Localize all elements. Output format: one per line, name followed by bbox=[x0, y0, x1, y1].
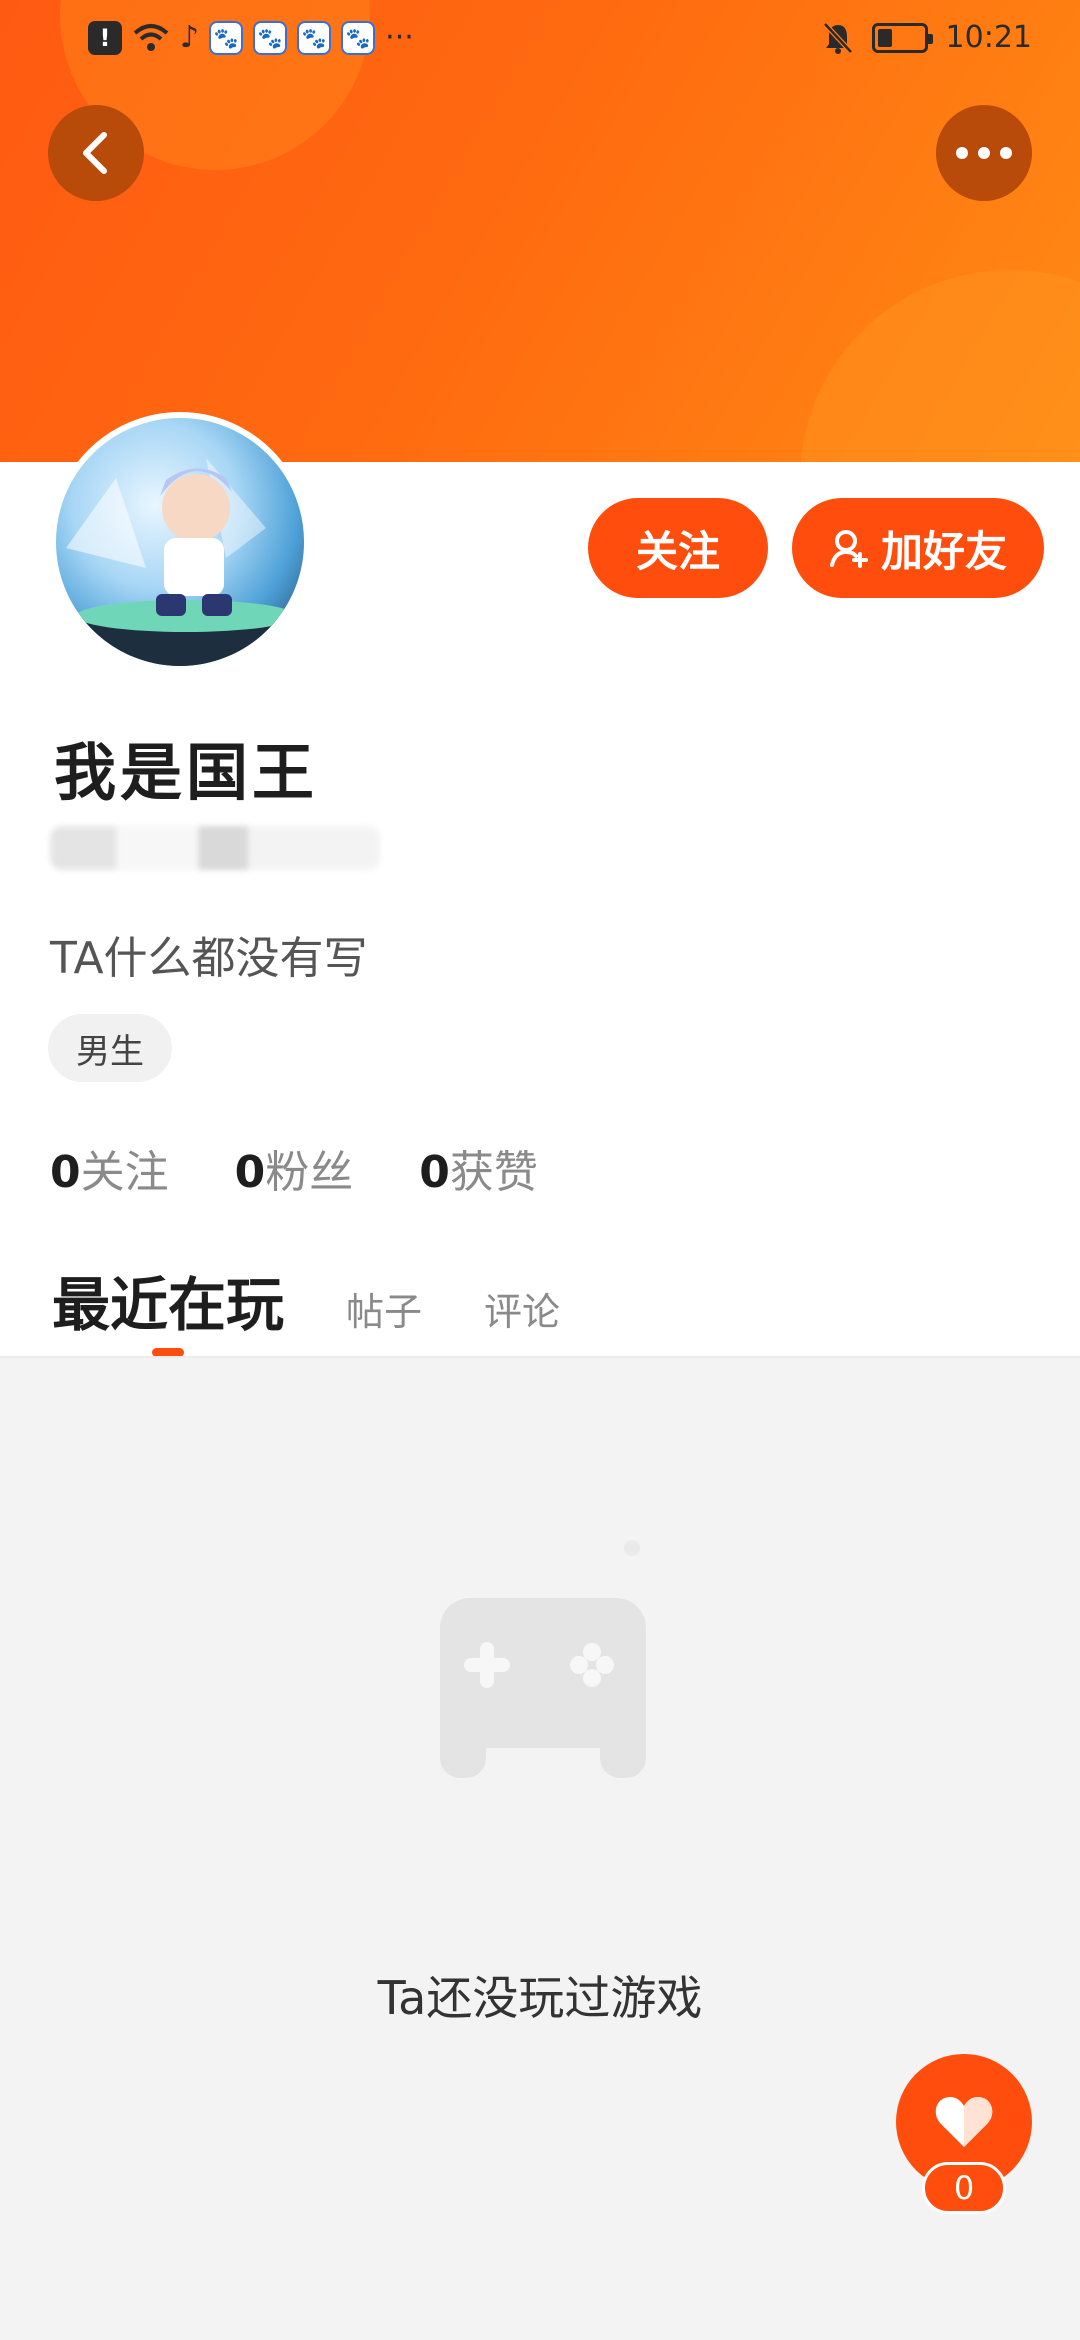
redacted-user-id bbox=[50, 826, 380, 870]
tab-recently-played[interactable]: 最近在玩 bbox=[52, 1258, 284, 1342]
status-overflow-dots: ··· bbox=[385, 20, 414, 55]
stat-likes[interactable]: 0获赞 bbox=[419, 1136, 538, 1200]
profile-name: 我是国王 bbox=[54, 736, 319, 809]
stat-following-count: 0 bbox=[50, 1147, 81, 1198]
add-friend-button[interactable]: 加好友 bbox=[792, 498, 1044, 598]
stat-followers[interactable]: 0粉丝 bbox=[235, 1136, 354, 1200]
content-tabs: 最近在玩 帖子 评论 bbox=[52, 1258, 560, 1342]
status-time: 10:21 bbox=[945, 20, 1032, 55]
wifi-icon bbox=[133, 23, 169, 51]
paw-app-icon: 🐾 bbox=[209, 20, 244, 55]
gamepad-icon bbox=[440, 1540, 646, 1778]
paw-app-icon: 🐾 bbox=[297, 20, 332, 55]
heart-icon bbox=[935, 2097, 993, 2147]
status-bar: ! ♪ 🐾 🐾 🐾 🐾 ··· 10:21 bbox=[0, 0, 1080, 80]
tab-posts[interactable]: 帖子 bbox=[346, 1281, 422, 1342]
like-count-badge: 0 bbox=[922, 2162, 1006, 2214]
back-button[interactable] bbox=[48, 105, 144, 201]
follow-button-label: 关注 bbox=[635, 526, 720, 576]
bell-muted-icon bbox=[822, 21, 853, 54]
alert-icon: ! bbox=[88, 20, 122, 55]
gender-tag: 男生 bbox=[48, 1014, 172, 1082]
tiktok-icon: ♪ bbox=[180, 20, 200, 55]
avatar-image bbox=[56, 458, 304, 666]
profile-bio: TA什么都没有写 bbox=[50, 933, 368, 984]
more-dots-icon bbox=[956, 147, 1012, 159]
tab-comments[interactable]: 评论 bbox=[484, 1281, 560, 1342]
paw-app-icon: 🐾 bbox=[253, 20, 288, 55]
chevron-left-icon bbox=[83, 132, 107, 174]
follow-button[interactable]: 关注 bbox=[588, 498, 768, 598]
section-divider bbox=[0, 1356, 1080, 1358]
stat-likes-count: 0 bbox=[419, 1147, 450, 1198]
profile-stats: 0关注 0粉丝 0获赞 bbox=[50, 1136, 538, 1200]
stat-followers-count: 0 bbox=[234, 1147, 266, 1198]
stat-following[interactable]: 0关注 bbox=[50, 1136, 169, 1200]
add-friend-button-label: 加好友 bbox=[880, 526, 1007, 576]
empty-state-message: Ta还没玩过游戏 bbox=[377, 1971, 703, 2025]
battery-icon bbox=[871, 22, 933, 53]
more-options-button[interactable] bbox=[936, 105, 1032, 201]
paw-app-icon: 🐾 bbox=[341, 20, 376, 55]
gender-tag-label: 男生 bbox=[76, 1031, 144, 1072]
avatar[interactable] bbox=[50, 412, 310, 672]
add-user-icon bbox=[829, 530, 868, 568]
stat-followers-label: 粉丝 bbox=[265, 1147, 354, 1198]
stat-likes-label: 获赞 bbox=[449, 1147, 538, 1198]
stat-following-label: 关注 bbox=[80, 1147, 169, 1198]
